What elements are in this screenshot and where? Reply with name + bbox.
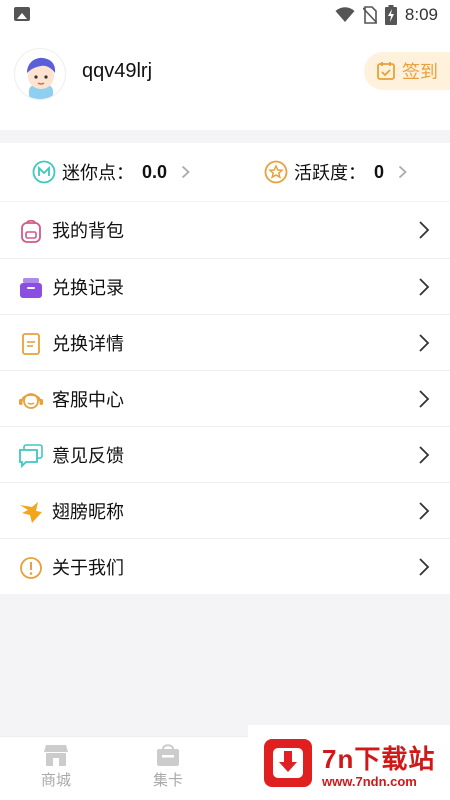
- wifi-icon: [335, 7, 355, 22]
- mini-points-label: 迷你点：: [62, 163, 134, 184]
- points-row: 迷你点： 0.0 活跃度： 0: [0, 143, 450, 201]
- backpack-icon: [21, 219, 41, 243]
- chevron-right-icon: [419, 334, 430, 352]
- avatar[interactable]: [14, 48, 66, 100]
- menu-item-label: 意见反馈: [52, 445, 124, 467]
- chevron-right-icon: [419, 446, 430, 464]
- menu-item-label: 关于我们: [52, 557, 124, 579]
- tab-collect-cards[interactable]: 集卡: [140, 743, 196, 790]
- menu-item-label: 兑换详情: [52, 333, 124, 355]
- status-bar: 8:09: [0, 0, 450, 30]
- no-sim-icon: [362, 6, 377, 24]
- profile-header: qqv49lrj 签到: [0, 30, 450, 130]
- tab-label: 集卡: [152, 771, 183, 789]
- chevron-right-icon: [419, 221, 430, 239]
- card-bag-icon: [157, 744, 179, 766]
- mini-points-icon: [32, 160, 56, 184]
- username: qqv49lrj: [82, 60, 153, 82]
- menu-item-label: 翅膀昵称: [52, 501, 124, 523]
- shop-icon: [44, 745, 68, 766]
- tab-label: 商城: [40, 771, 71, 789]
- menu-item-customer-service[interactable]: 客服中心: [0, 370, 450, 426]
- mini-points[interactable]: 迷你点： 0.0: [32, 143, 190, 201]
- status-right: 8:09: [335, 5, 438, 25]
- menu-item-label: 客服中心: [52, 389, 124, 411]
- menu-item-exchange-records[interactable]: 兑换记录: [0, 258, 450, 314]
- menu-item-label: 兑换记录: [52, 277, 124, 299]
- archive-box-icon: [20, 278, 42, 298]
- chevron-right-icon: [419, 278, 430, 296]
- signin-label: 签到: [402, 62, 438, 83]
- tab-shop[interactable]: 商城: [28, 743, 84, 790]
- menu-item-label: 我的背包: [52, 221, 124, 242]
- chevron-right-icon: [419, 390, 430, 408]
- watermark: 7n下载站 www.7ndn.com: [248, 725, 450, 800]
- chat-bubbles-icon: [19, 444, 43, 469]
- download-logo-icon: [264, 739, 312, 787]
- signin-button[interactable]: 签到: [364, 52, 450, 90]
- watermark-url: www.7ndn.com: [322, 774, 417, 789]
- menu-item-wing-nickname[interactable]: 翅膀昵称: [0, 482, 450, 538]
- star-badge-icon: [264, 160, 288, 184]
- menu-item-backpack[interactable]: 我的背包: [0, 202, 450, 258]
- wing-icon: [20, 502, 42, 523]
- activity-points[interactable]: 活跃度： 0: [264, 143, 407, 201]
- mini-points-value: 0.0: [142, 161, 168, 182]
- activity-value: 0: [374, 161, 385, 182]
- chevron-right-icon: [181, 165, 190, 179]
- chevron-right-icon: [419, 502, 430, 520]
- status-time: 8:09: [404, 5, 438, 24]
- menu-item-exchange-details[interactable]: 兑换详情: [0, 314, 450, 370]
- document-icon: [22, 333, 40, 355]
- menu-list: 我的背包 兑换记录 兑换详情 客服中心 意见反馈 翅膀昵称 关于我们: [0, 202, 450, 594]
- chevron-right-icon: [398, 165, 407, 179]
- watermark-title: 7n下载站: [322, 744, 436, 774]
- calendar-check-icon: [377, 62, 395, 80]
- info-circle-icon: [20, 557, 42, 579]
- headset-icon: [19, 393, 43, 409]
- boy-avatar-icon: [27, 57, 56, 99]
- activity-label: 活跃度：: [294, 163, 366, 184]
- menu-item-feedback[interactable]: 意见反馈: [0, 426, 450, 482]
- battery-charging-icon: [384, 5, 397, 25]
- menu-item-about-us[interactable]: 关于我们: [0, 538, 450, 594]
- image-icon: [14, 7, 30, 21]
- chevron-right-icon: [419, 558, 430, 576]
